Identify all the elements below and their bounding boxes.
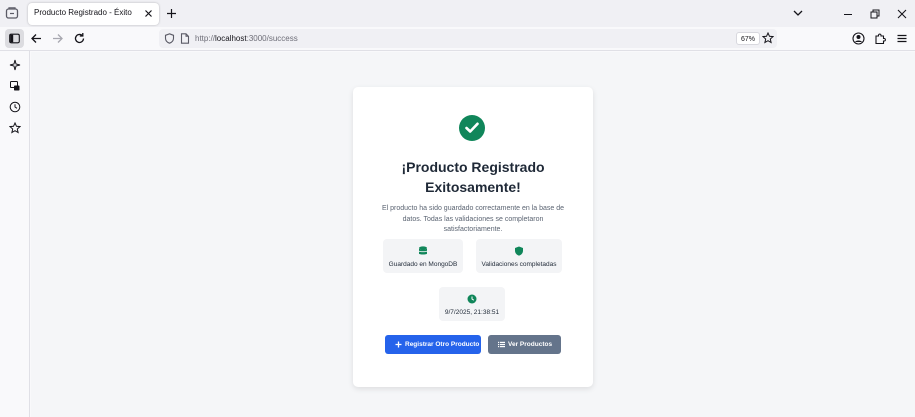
browser-sidebar (0, 51, 30, 417)
sidebar-icon (9, 33, 20, 44)
info-timestamp: 9/7/2025, 21:38:51 (439, 287, 505, 321)
url-host: localhost (215, 34, 247, 43)
success-card: ¡Producto Registrado Exitosamente! El pr… (353, 87, 593, 387)
tab-strip: Producto Registrado - Éxito (0, 0, 915, 27)
tracking-shield-icon[interactable] (164, 33, 175, 44)
navigation-toolbar: http://localhost:3000/success 67% (0, 27, 915, 51)
success-title: ¡Producto Registrado Exitosamente! (401, 159, 545, 195)
shield-icon (515, 246, 523, 256)
address-bar[interactable]: http://localhost:3000/success 67% (159, 29, 777, 48)
synced-tabs-icon[interactable] (9, 80, 21, 92)
close-window-icon[interactable] (896, 8, 908, 20)
new-tab-plus-icon[interactable] (165, 7, 178, 20)
forward-arrow-icon[interactable] (51, 32, 64, 45)
tab-overview-icon[interactable] (5, 6, 19, 20)
view-products-label: Ver Productos (508, 341, 553, 348)
hamburger-menu-icon[interactable] (896, 32, 908, 45)
minimize-window-icon[interactable] (842, 8, 854, 20)
info-validations-label: Validaciones completadas (481, 261, 557, 268)
page-content: ¡Producto Registrado Exitosamente! El pr… (31, 52, 915, 417)
zoom-level-badge[interactable]: 67% (736, 32, 761, 45)
plus-icon (395, 341, 402, 348)
page-info-icon[interactable] (180, 33, 190, 44)
extensions-puzzle-icon[interactable] (874, 32, 887, 45)
account-icon[interactable] (852, 32, 865, 45)
info-validations: Validaciones completadas (476, 239, 562, 273)
history-icon[interactable] (9, 101, 21, 113)
restore-window-icon[interactable] (869, 8, 881, 20)
back-arrow-icon[interactable] (30, 32, 43, 45)
tab-title: Producto Registrado - Éxito (34, 8, 132, 17)
view-products-button[interactable]: Ver Productos (488, 335, 561, 354)
reload-icon[interactable] (73, 32, 86, 45)
info-saved-mongodb: Guardado en MongoDB (383, 239, 463, 273)
timestamp-label: 9/7/2025, 21:38:51 (444, 309, 500, 316)
active-tab[interactable]: Producto Registrado - Éxito (28, 3, 159, 25)
list-icon (498, 341, 505, 348)
info-saved-label: Guardado en MongoDB (388, 261, 458, 268)
bookmark-star-icon[interactable] (762, 32, 774, 44)
chevron-down-icon[interactable] (792, 8, 804, 18)
register-another-product-button[interactable]: Registrar Otro Producto (385, 335, 481, 354)
url-text[interactable]: http://localhost:3000/success (195, 34, 298, 43)
url-path: :3000/success (246, 34, 298, 43)
success-description: El producto ha sido guardado correctamen… (381, 205, 565, 233)
bookmarks-star-icon[interactable] (9, 122, 21, 134)
sidebar-toggle-button[interactable] (5, 29, 24, 48)
ai-sparkle-icon[interactable] (9, 59, 21, 71)
success-check-icon (459, 115, 485, 141)
clock-icon (467, 294, 477, 304)
database-icon (419, 246, 427, 255)
url-scheme: http:// (195, 34, 216, 43)
checkmark-icon (465, 122, 479, 133)
register-another-label: Registrar Otro Producto (405, 341, 480, 348)
close-tab-icon[interactable] (143, 8, 154, 19)
